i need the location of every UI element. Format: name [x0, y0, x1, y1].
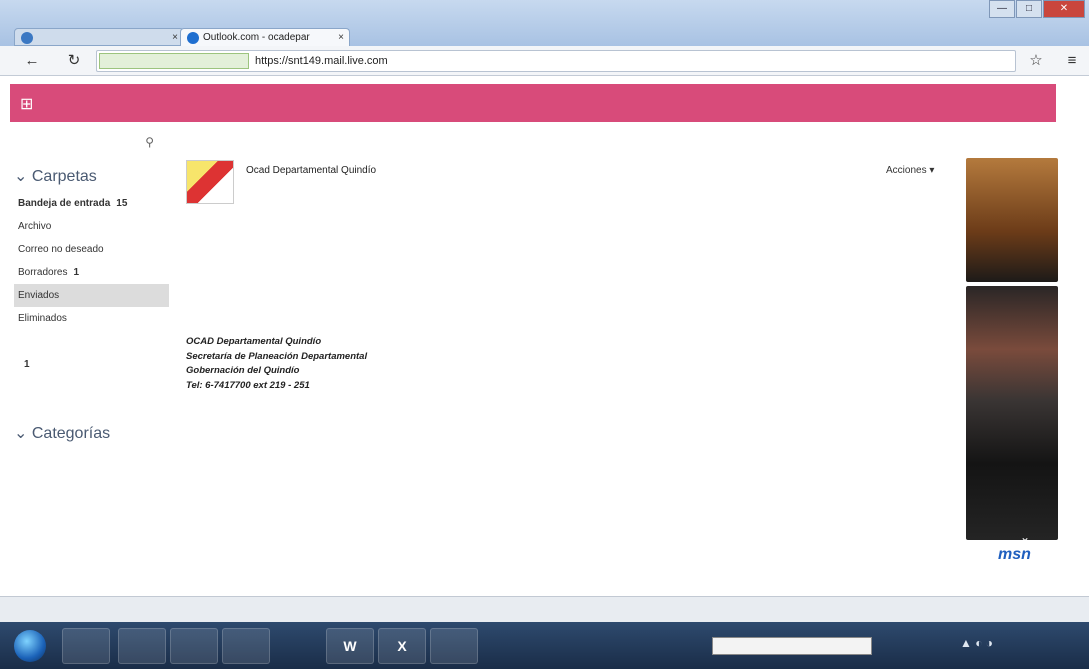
folder-section-header[interactable]: ⌄ Carpetas [14, 166, 169, 186]
reload-icon[interactable]: ↻ [64, 52, 84, 70]
url-text[interactable]: https://snt149.mail.live.com [255, 51, 388, 71]
signature-line: Gobernación del Quindío [186, 365, 300, 376]
secure-badge [99, 53, 249, 69]
close-window-button[interactable]: ✕ [1043, 0, 1085, 18]
search-input[interactable] [20, 133, 140, 153]
outlook-favicon-icon [187, 32, 199, 44]
maximize-button[interactable]: □ [1016, 0, 1042, 18]
folder-label: Archivo [18, 221, 52, 232]
section-title: Categorías [31, 425, 111, 442]
sender-logo [186, 160, 234, 204]
app-launcher-icon[interactable]: ⊞ [20, 94, 33, 114]
star-icon[interactable]: ☆ [1026, 52, 1046, 70]
firefox-taskbar-icon[interactable] [222, 628, 270, 664]
ie-taskbar-icon[interactable] [62, 628, 110, 664]
search-icon[interactable]: ⚲ [145, 135, 154, 149]
tab-close-icon[interactable]: × [338, 29, 344, 46]
folder-pane: ⌄ Carpetas Bandeja de entrada 15 Archivo Cor… [14, 160, 169, 513]
outlook-header: ⊞ [10, 84, 1056, 122]
sender-name[interactable]: Ocad Departamental Quindío [246, 165, 376, 176]
folder-item[interactable]: Borradores 1 [14, 261, 169, 284]
tab-favicon-icon [21, 32, 33, 44]
msn-logo[interactable]: msn [998, 546, 1031, 564]
chrome-taskbar-icon[interactable] [118, 628, 166, 664]
acrobat-taskbar-icon[interactable] [430, 628, 478, 664]
start-button[interactable] [14, 630, 46, 662]
tab-close-icon[interactable]: × [172, 29, 178, 45]
signature-line: OCAD Departamental Quindío [186, 336, 322, 347]
taskbar: WX ▲ ◐ ◑ [0, 622, 1089, 669]
chevron-down-icon[interactable]: ⌄ [14, 425, 32, 442]
folder-label: Borradores [18, 267, 68, 278]
folder-item[interactable] [14, 330, 169, 353]
chevron-down-icon[interactable]: ⌄ [14, 168, 32, 185]
address-bar-row: ← ↻ https://snt149.mail.live.com ☆ ≡ [0, 46, 1089, 76]
folder-label: Enviados [18, 290, 60, 301]
folder-count: 1 [24, 359, 30, 370]
folder-item[interactable] [14, 449, 169, 472]
download-bar [0, 596, 1089, 622]
folder-count: 1 [73, 267, 80, 278]
signature: OCAD Departamental Quindío Secretaría de … [186, 335, 367, 393]
signature-line: Secretaría de Planeación Departamental [186, 350, 368, 362]
tab-title: Outlook.com - ocadepar [203, 32, 310, 43]
folder-item[interactable]: Eliminados [14, 307, 169, 330]
section-title: Carpetas [31, 168, 97, 185]
browser-tabstrip: × Outlook.com - ocadepar × — □ ✕ [0, 0, 1089, 46]
taskbar-search-field[interactable] [712, 637, 872, 655]
folder-label: Bandeja de entrada [18, 198, 111, 209]
back-arrow-icon[interactable]: ← [22, 52, 42, 70]
browser-tab-inactive[interactable]: × [14, 28, 184, 46]
ad-tile[interactable] [966, 158, 1058, 282]
folder-item[interactable] [14, 376, 169, 399]
folder-label: Eliminados [18, 313, 67, 324]
folder-item[interactable]: Bandeja de entrada 15 [14, 192, 169, 215]
folder-taskbar-icon[interactable] [170, 628, 218, 664]
chevron-down-icon[interactable]: ⌄ [1020, 530, 1030, 544]
signature-line: Tel: 6-7417700 ext 219 - 251 [186, 379, 310, 391]
folder-item[interactable]: Archivo [14, 215, 169, 238]
ad-tile[interactable] [966, 286, 1058, 540]
folder-item[interactable] [14, 472, 169, 495]
folder-count: 15 [116, 198, 128, 209]
folder-section-header[interactable]: ⌄ Categorías [14, 423, 169, 443]
actions-menu[interactable]: Acciones ▾ [886, 165, 934, 176]
browser-tab-active[interactable]: Outlook.com - ocadepar × [180, 28, 350, 46]
window-controls: — □ ✕ [989, 0, 1085, 18]
folder-label: Correo no deseado [18, 244, 104, 255]
menu-icon[interactable]: ≡ [1062, 52, 1082, 70]
search-box[interactable]: ⚲ [20, 133, 160, 153]
system-tray[interactable]: ▲ ◐ ◑ [960, 636, 993, 650]
word-taskbar-icon[interactable]: W [326, 628, 374, 664]
minimize-button[interactable]: — [989, 0, 1015, 18]
folder-item[interactable]: Correo no deseado [14, 238, 169, 261]
recipients-line [246, 182, 866, 192]
folder-item[interactable]: Enviados [14, 284, 169, 307]
omnibox[interactable]: https://snt149.mail.live.com [96, 50, 1016, 72]
folder-item[interactable]: 1 [14, 353, 169, 376]
excel-taskbar-icon[interactable]: X [378, 628, 426, 664]
